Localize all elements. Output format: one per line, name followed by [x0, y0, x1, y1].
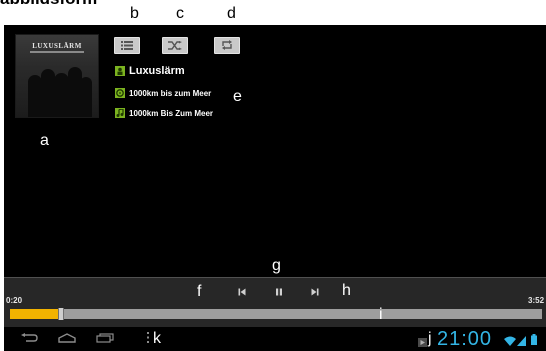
back-icon — [20, 330, 38, 348]
callout-d: d — [227, 5, 236, 22]
menu-button[interactable] — [144, 332, 152, 346]
seek-handle[interactable] — [58, 308, 64, 320]
home-button[interactable] — [57, 332, 77, 346]
track-icon — [115, 108, 125, 118]
previous-button[interactable] — [236, 287, 248, 297]
pause-button[interactable] — [273, 287, 285, 297]
wifi-icon — [504, 333, 516, 351]
album-row: 1000km bis zum Meer — [115, 86, 211, 100]
signal-icon — [517, 333, 526, 351]
previous-icon — [238, 283, 246, 301]
callout-f: f — [197, 283, 202, 300]
track-title: 1000km Bis Zum Meer — [129, 108, 214, 118]
callout-g: g — [272, 257, 281, 274]
seek-area: i — [4, 305, 546, 327]
media-notification-icon[interactable] — [418, 334, 427, 351]
album-art-person — [80, 77, 92, 117]
system-navigation-bar: k j 21:00 — [4, 327, 546, 351]
album-name: 1000km bis zum Meer — [129, 88, 212, 98]
shuffle-icon — [168, 37, 182, 55]
back-button[interactable] — [19, 332, 39, 346]
playlist-icon — [121, 37, 133, 55]
callout-j: j — [428, 330, 432, 347]
callout-a: a — [40, 132, 49, 149]
repeat-icon — [221, 37, 233, 55]
seek-progress — [10, 309, 61, 319]
callout-c: c — [176, 5, 184, 22]
seek-bar[interactable] — [10, 308, 542, 320]
artist-icon — [115, 66, 125, 76]
pause-icon — [275, 283, 283, 301]
album-icon — [115, 88, 125, 98]
album-art[interactable]: LUXUSLÄRM — [15, 34, 99, 118]
album-art-person — [54, 73, 69, 117]
callout-h: h — [342, 282, 351, 299]
callout-e: e — [233, 88, 242, 105]
track-row: 1000km Bis Zum Meer — [115, 106, 213, 120]
music-player-screen: LUXUSLÄRM Luxuslärm 1000km bis zum Meer … — [4, 25, 546, 351]
menu-icon — [146, 330, 150, 348]
elapsed-time: 0:20 — [6, 296, 23, 305]
album-art-person — [28, 75, 42, 117]
album-art-subtitle-line — [30, 51, 84, 53]
callout-b: b — [130, 5, 139, 22]
album-art-person — [41, 69, 55, 117]
artist-row: Luxuslärm — [115, 64, 185, 78]
battery-icon — [531, 332, 537, 350]
figure-heading: abbildsform — [0, 0, 97, 8]
album-art-title: LUXUSLÄRM — [32, 42, 82, 50]
next-icon — [311, 283, 319, 301]
shuffle-button[interactable] — [162, 37, 188, 54]
repeat-button[interactable] — [214, 37, 240, 54]
artist-name: Luxuslärm — [129, 65, 185, 77]
callout-k: k — [153, 330, 161, 347]
clock: 21:00 — [437, 328, 493, 350]
total-duration: 3:52 — [528, 296, 545, 305]
playlist-button[interactable] — [114, 37, 140, 54]
playback-controls: 0:20 3:52 f h — [4, 277, 546, 305]
callout-i: i — [379, 306, 383, 323]
home-icon — [58, 330, 76, 348]
recent-apps-button[interactable] — [95, 332, 115, 346]
next-button[interactable] — [309, 287, 321, 297]
recent-apps-icon — [96, 330, 114, 348]
